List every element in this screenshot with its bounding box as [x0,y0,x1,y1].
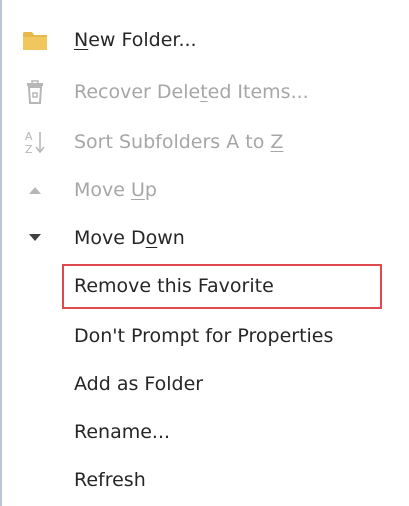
svg-text:Z: Z [25,143,33,155]
menu-item-label: Move Down [74,226,185,249]
sort-az-icon: A Z [22,129,48,155]
recycle-bin-icon [22,79,48,105]
menu-item-move-down[interactable]: Move Down [0,218,409,258]
menu-item-label: New Folder... [74,28,197,51]
menu-item-sort-subfolders[interactable]: A Z Sort Subfolders A to Z [0,122,409,162]
triangle-down-icon [22,225,48,251]
menu-item-rename[interactable]: Rename... [0,412,409,452]
menu-item-move-up[interactable]: Move Up [0,170,409,210]
menu-item-refresh[interactable]: Refresh [0,460,409,500]
context-menu: New Folder... Recover Deleted Items... A… [0,0,409,506]
svg-text:A: A [25,130,33,143]
folder-icon [22,27,48,53]
menu-item-new-folder[interactable]: New Folder... [0,20,409,60]
menu-item-label: Add as Folder [74,372,204,395]
highlight-box [62,264,382,309]
triangle-up-icon [22,177,48,203]
menu-item-label: Recover Deleted Items... [74,80,309,103]
menu-item-label: Refresh [74,468,146,491]
menu-item-dont-prompt-properties[interactable]: Don't Prompt for Properties [0,316,409,356]
menu-item-label: Rename... [74,420,171,443]
menu-item-label: Don't Prompt for Properties [74,324,334,347]
menu-item-label: Move Up [74,178,157,201]
menu-item-add-as-folder[interactable]: Add as Folder [0,364,409,404]
menu-item-recover-deleted-items[interactable]: Recover Deleted Items... [0,72,409,112]
menu-item-label: Sort Subfolders A to Z [74,130,284,153]
